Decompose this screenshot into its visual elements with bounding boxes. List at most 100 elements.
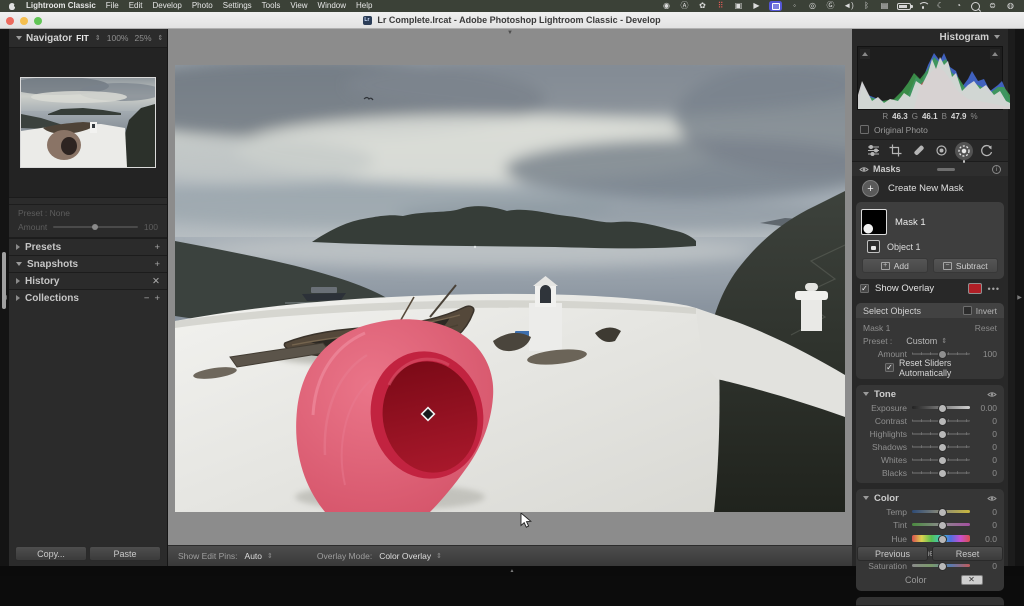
- siri-icon[interactable]: ◍: [1005, 1, 1016, 11]
- time-machine-icon[interactable]: ◔: [953, 1, 964, 11]
- navigator-fit[interactable]: FIT: [76, 33, 89, 43]
- red-eye-icon[interactable]: [932, 142, 950, 160]
- tint-slider[interactable]: [912, 523, 970, 526]
- keyboard-icon[interactable]: ▤: [879, 1, 890, 11]
- battery-icon[interactable]: [897, 3, 911, 10]
- mask-component-item[interactable]: Object 1: [861, 237, 999, 256]
- healing-icon[interactable]: [910, 142, 928, 160]
- show-overlay-checkbox[interactable]: [860, 284, 869, 293]
- menu-window[interactable]: Window: [318, 0, 346, 12]
- color-swatch[interactable]: ✕: [961, 575, 983, 585]
- sync-icon[interactable]: [978, 142, 996, 160]
- crop-icon[interactable]: [887, 142, 905, 160]
- eye-icon[interactable]: [987, 391, 997, 398]
- subtract-from-mask-button[interactable]: − Subtract: [933, 258, 999, 273]
- sidebar-section-snapshots[interactable]: Snapshots +: [9, 255, 167, 272]
- exposure-slider[interactable]: [912, 406, 970, 409]
- amount-slider[interactable]: [53, 226, 138, 228]
- navigator-zoom-ratio[interactable]: 25%: [135, 33, 152, 43]
- menu-photo[interactable]: Photo: [192, 0, 213, 12]
- mask-thumbnail[interactable]: [861, 209, 887, 235]
- navigator-zoom-100[interactable]: 100%: [107, 33, 129, 43]
- status-app-icon[interactable]: ◉: [661, 1, 672, 11]
- status-app-icon[interactable]: ✿: [697, 1, 708, 11]
- copy-button[interactable]: Copy...: [15, 546, 87, 561]
- panel-drag-handle[interactable]: [905, 168, 988, 171]
- status-app-icon[interactable]: Ⓖ: [825, 1, 836, 11]
- status-app-icon[interactable]: ◎: [807, 1, 818, 11]
- wifi-icon[interactable]: [918, 2, 928, 10]
- highlights-slider[interactable]: [912, 432, 970, 435]
- reset-mask-button[interactable]: Reset: [975, 323, 997, 333]
- mask-amount-slider[interactable]: [912, 352, 970, 355]
- bluetooth-icon[interactable]: ᛒ: [861, 1, 872, 11]
- original-photo-row[interactable]: Original Photo: [852, 123, 1008, 136]
- info-icon[interactable]: i: [992, 165, 1001, 174]
- overlay-color-swatch[interactable]: [968, 283, 982, 294]
- invert-checkbox[interactable]: [963, 306, 972, 315]
- whites-slider[interactable]: [912, 458, 970, 461]
- right-panel-collapse-strip[interactable]: ▶: [1015, 29, 1024, 566]
- status-tv-icon[interactable]: ▣: [733, 1, 744, 11]
- apple-menu-icon[interactable]: [8, 2, 16, 10]
- minimize-window-button[interactable]: [20, 17, 28, 25]
- next-section-partial[interactable]: [856, 597, 1004, 606]
- add-to-mask-button[interactable]: + Add: [862, 258, 928, 273]
- menu-view[interactable]: View: [290, 0, 307, 12]
- status-ink-icon[interactable]: ◦: [789, 1, 800, 11]
- search-icon[interactable]: [971, 2, 980, 11]
- add-snapshot-button[interactable]: +: [154, 259, 160, 270]
- histogram-header[interactable]: Histogram: [852, 29, 1008, 45]
- zoom-window-button[interactable]: [34, 17, 42, 25]
- contrast-slider[interactable]: [912, 419, 970, 422]
- menu-help[interactable]: Help: [356, 0, 372, 12]
- up-down-chevrons-icon[interactable]: ⇕: [941, 337, 947, 345]
- previous-button[interactable]: Previous: [857, 546, 928, 561]
- up-down-chevrons-icon[interactable]: ⇕: [158, 34, 164, 42]
- remove-collection-button[interactable]: −: [144, 293, 150, 304]
- menu-file[interactable]: File: [106, 0, 119, 12]
- sidebar-section-presets[interactable]: Presets +: [9, 238, 167, 255]
- up-down-chevrons-icon[interactable]: ⇕: [436, 552, 442, 560]
- navigator-header[interactable]: Navigator FIT ⇕ 100% 25% ⇕: [9, 29, 167, 47]
- menu-develop[interactable]: Develop: [152, 0, 181, 12]
- create-new-mask-row[interactable]: + Create New Mask: [852, 176, 1008, 201]
- collapse-down-icon[interactable]: ▼: [507, 30, 513, 36]
- up-down-chevrons-icon[interactable]: ⇕: [267, 552, 273, 560]
- volume-icon[interactable]: ◄): [843, 1, 854, 11]
- show-edit-pins-select[interactable]: Auto: [245, 551, 263, 561]
- up-down-chevrons-icon[interactable]: ⇕: [95, 34, 101, 42]
- right-panel-scrollbar[interactable]: [1008, 29, 1015, 566]
- mask-item[interactable]: Mask 1: [861, 207, 999, 237]
- eye-icon[interactable]: [987, 495, 997, 502]
- do-not-disturb-icon[interactable]: ☾: [935, 1, 946, 11]
- develop-canvas[interactable]: ▼: [168, 29, 852, 545]
- shadows-slider[interactable]: [912, 445, 970, 448]
- eye-icon[interactable]: [859, 166, 869, 173]
- status-app-icon[interactable]: ⠿: [715, 1, 726, 11]
- plus-icon[interactable]: +: [862, 180, 879, 197]
- menu-settings[interactable]: Settings: [223, 0, 252, 12]
- status-window-manager-icon[interactable]: [769, 1, 782, 11]
- menu-edit[interactable]: Edit: [129, 0, 143, 12]
- reset-sliders-checkbox[interactable]: [885, 363, 894, 372]
- status-app-icon[interactable]: Ⓐ: [679, 1, 690, 11]
- add-preset-button[interactable]: +: [154, 242, 160, 253]
- temp-slider[interactable]: [912, 510, 970, 513]
- reset-button[interactable]: Reset: [932, 546, 1003, 561]
- preset-select[interactable]: Custom: [906, 336, 937, 346]
- masking-icon[interactable]: [955, 142, 973, 160]
- hue-slider[interactable]: [912, 535, 970, 542]
- status-play-icon[interactable]: ▶: [751, 1, 762, 11]
- masks-panel-header[interactable]: Masks i: [852, 161, 1008, 176]
- tone-header[interactable]: Tone: [863, 387, 997, 401]
- sidebar-section-history[interactable]: History ✕: [9, 272, 167, 289]
- paste-button[interactable]: Paste: [89, 546, 161, 561]
- clear-history-button[interactable]: ✕: [152, 276, 160, 287]
- control-center-icon[interactable]: ⊜: [987, 1, 998, 11]
- overlay-mode-select[interactable]: Color Overlay: [379, 551, 431, 561]
- close-window-button[interactable]: [6, 17, 14, 25]
- navigator-thumbnail[interactable]: [20, 77, 156, 168]
- overlay-options-icon[interactable]: •••: [988, 284, 1000, 294]
- menu-tools[interactable]: Tools: [262, 0, 281, 12]
